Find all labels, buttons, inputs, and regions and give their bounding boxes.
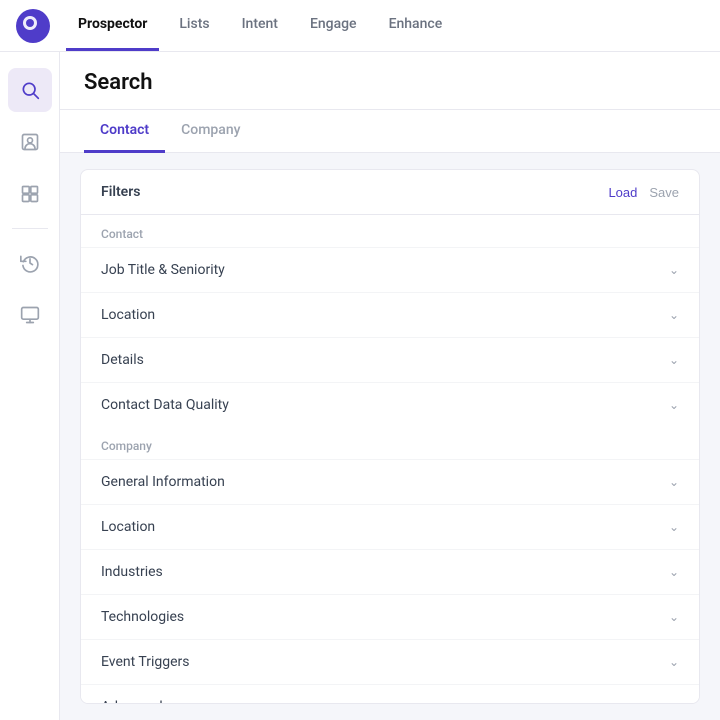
chevron-down-icon: ⌄: [669, 353, 679, 367]
main-layout: Search Contact Company Filters Load Save…: [0, 52, 720, 720]
filter-item-event-triggers[interactable]: Event Triggers ⌄: [81, 639, 699, 684]
filters-header: Filters Load Save: [81, 170, 699, 215]
lists-icon: [20, 184, 40, 204]
chevron-down-icon: ⌄: [669, 565, 679, 579]
filter-item-location[interactable]: Location ⌄: [81, 292, 699, 337]
search-icon: [20, 80, 40, 100]
sidebar-item-templates[interactable]: [8, 293, 52, 337]
chevron-down-icon: ⌄: [669, 263, 679, 277]
filter-item-technologies[interactable]: Technologies ⌄: [81, 594, 699, 639]
top-nav: Prospector Lists Intent Engage Enhance: [0, 0, 720, 52]
tabs-container: Contact Company: [60, 110, 720, 153]
nav-link-enhance[interactable]: Enhance: [377, 0, 455, 51]
content-area: Search Contact Company Filters Load Save…: [60, 52, 720, 720]
chevron-down-icon: ⌄: [669, 520, 679, 534]
sidebar-item-lists[interactable]: [8, 172, 52, 216]
chevron-down-icon: ⌄: [669, 610, 679, 624]
chevron-down-icon: ⌄: [669, 475, 679, 489]
nav-links: Prospector Lists Intent Engage Enhance: [66, 0, 454, 51]
nav-link-intent[interactable]: Intent: [230, 0, 290, 51]
filter-item-company-location[interactable]: Location ⌄: [81, 504, 699, 549]
tab-contact[interactable]: Contact: [84, 110, 165, 153]
load-button[interactable]: Load: [608, 185, 637, 200]
page-title: Search: [84, 70, 153, 95]
sidebar-item-contacts[interactable]: [8, 120, 52, 164]
filter-item-industries[interactable]: Industries ⌄: [81, 549, 699, 594]
nav-link-prospector[interactable]: Prospector: [66, 0, 159, 51]
filter-item-job-title-seniority[interactable]: Job Title & Seniority ⌄: [81, 247, 699, 292]
company-section-label: Company: [81, 427, 699, 459]
filters-panel: Filters Load Save Contact Job Title & Se…: [80, 169, 700, 704]
sidebar: [0, 52, 60, 720]
nav-link-engage[interactable]: Engage: [298, 0, 369, 51]
filter-item-advanced[interactable]: Advanced ⌄: [81, 684, 699, 704]
templates-icon: [20, 305, 40, 325]
history-icon: [20, 253, 40, 273]
contacts-icon: [20, 132, 40, 152]
logo-icon[interactable]: [16, 9, 50, 43]
filter-item-contact-data-quality[interactable]: Contact Data Quality ⌄: [81, 382, 699, 427]
nav-link-lists[interactable]: Lists: [167, 0, 221, 51]
filter-item-details[interactable]: Details ⌄: [81, 337, 699, 382]
sidebar-item-search[interactable]: [8, 68, 52, 112]
filters-actions: Load Save: [608, 185, 679, 200]
sidebar-divider: [12, 228, 48, 229]
chevron-down-icon: ⌄: [669, 655, 679, 669]
contact-section-label: Contact: [81, 215, 699, 247]
chevron-down-icon: ⌄: [669, 398, 679, 412]
sidebar-item-history[interactable]: [8, 241, 52, 285]
chevron-down-icon: ⌄: [669, 308, 679, 322]
save-button[interactable]: Save: [649, 185, 679, 200]
page-title-bar: Search: [60, 52, 720, 110]
tab-company[interactable]: Company: [165, 110, 256, 153]
chevron-down-icon: ⌄: [669, 700, 679, 704]
filters-label: Filters: [101, 184, 140, 200]
filter-item-general-information[interactable]: General Information ⌄: [81, 459, 699, 504]
